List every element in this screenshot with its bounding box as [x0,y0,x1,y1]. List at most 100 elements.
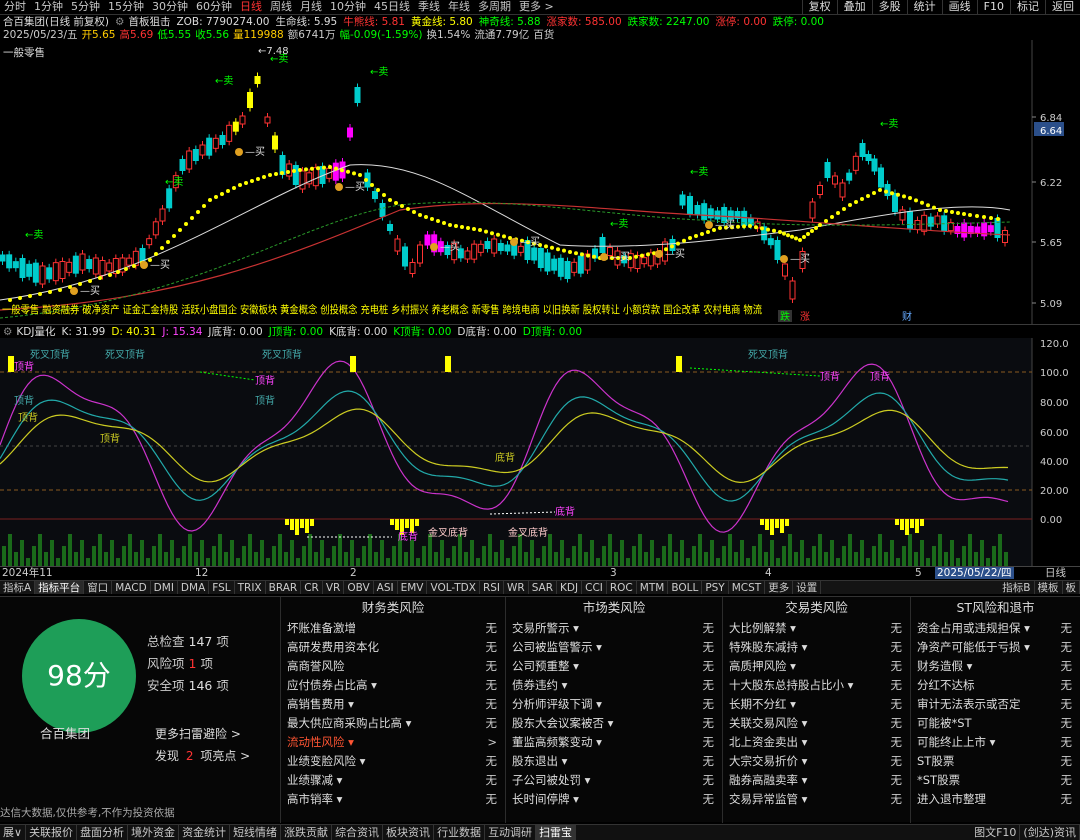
indicator-tab[interactable]: BOLL [668,581,703,594]
period-label[interactable]: 日线 [1045,567,1066,579]
risk-item[interactable]: 董监高频繁变动 ▾ 无 [506,733,722,752]
indicator-tab[interactable]: 模板 [1035,581,1063,594]
indicator-tab[interactable]: 设置 [793,581,822,594]
risk-item[interactable]: 特殊股东减持 ▾ 无 [723,638,910,657]
bottom-tab[interactable]: 盘面分析 [77,825,129,840]
highlights-link[interactable]: 发现 2 项亮点 > [155,747,250,764]
indicator-tab[interactable]: BRAR [266,581,302,594]
indicator-tab[interactable]: FSL [209,581,235,594]
risk-item[interactable]: 业绩变脸风险 ▾ 无 [281,752,505,771]
settings-icon[interactable]: ⚙ [3,326,12,338]
risk-item[interactable]: 交易异常监管 ▾ 无 [723,790,910,809]
period-tab[interactable]: 多周期 [474,0,515,14]
risk-item[interactable]: 高市销率 ▾ 无 [281,790,505,809]
bottom-tab[interactable]: 互动调研 [485,825,537,840]
risk-item[interactable]: 最大供应商采购占比高 ▾ 无 [281,714,505,733]
toolbar-button[interactable]: 标记 [1010,0,1045,14]
indicator-tab[interactable]: EMV [398,581,428,594]
bottom-tab[interactable]: 展∨ [0,825,27,840]
risk-item[interactable]: 子公司被处罚 ▾ 无 [506,771,722,790]
risk-item[interactable]: 资金占用或违规担保 ▾ 无 [911,619,1080,638]
indicator-tab[interactable]: PSY [702,581,729,594]
period-tab[interactable]: 季线 [414,0,444,14]
period-tab[interactable]: 5分钟 [67,0,104,14]
risk-item[interactable]: 大比例解禁 ▾ 无 [723,619,910,638]
bottom-tab[interactable]: 涨跌贡献 [281,825,333,840]
period-tab[interactable]: 15分钟 [104,0,148,14]
risk-item[interactable]: 财务造假 ▾ 无 [911,657,1080,676]
indicator-tab[interactable]: 更多 [765,581,794,594]
period-tab[interactable]: 分时 [0,0,30,14]
indicator-tab[interactable]: ROC [607,581,637,594]
risk-item[interactable]: 融券高融卖率 ▾ 无 [723,771,910,790]
indicator-tab[interactable]: OBV [344,581,374,594]
toolbar-button[interactable]: F10 [976,0,1010,14]
bottom-tab[interactable]: 资金统计 [179,825,231,840]
period-tab[interactable]: 周线 [266,0,296,14]
indicator-tab[interactable]: SAR [529,581,558,594]
risk-item[interactable]: 坏账准备激增 无 [281,619,505,638]
indicator-tab[interactable]: 指标平台 [35,581,85,594]
indicator-tab[interactable]: TRIX [235,581,266,594]
toolbar-button[interactable]: 画线 [941,0,977,14]
risk-item[interactable]: 可能被*ST 无 [911,714,1080,733]
period-tab[interactable]: 10分钟 [326,0,370,14]
bottom-tab[interactable]: 综合资讯 [332,825,384,840]
period-tab[interactable]: 45日线 [370,0,414,14]
indicator-tab[interactable]: VOL-TDX [427,581,480,594]
bottom-tab[interactable]: 关联报价 [26,825,78,840]
indicator-tab[interactable]: 窗口 [84,581,113,594]
risk-item[interactable]: 十大股东总持股占比小 ▾ 无 [723,676,910,695]
risk-item[interactable]: 公司预重整 ▾ 无 [506,657,722,676]
toolbar-button[interactable]: 统计 [906,0,942,14]
risk-item[interactable]: 债券违约 ▾ 无 [506,676,722,695]
kdj-chart[interactable]: 120.0 100.0 80.00 60.00 40.00 20.00 0.00 死叉顶背 死叉… [0,338,1080,566]
risk-item[interactable]: *ST股票 无 [911,771,1080,790]
risk-item[interactable]: 高研发费用资本化 无 [281,638,505,657]
risk-item[interactable]: 流动性风险 ▾ > [281,733,505,752]
more-scan-link[interactable]: 更多扫雷避险 > [155,725,241,742]
indicator-tab[interactable]: ASI [374,581,398,594]
bottom-tab[interactable]: 板块资讯 [383,825,435,840]
indicator-tab[interactable]: 指标B [999,581,1035,594]
candlestick-chart[interactable]: 6.846.646.225.655.09←卖←卖←卖←卖←卖←卖←卖←卖—买—买… [0,40,1080,324]
indicator-tab[interactable]: MTM [637,581,669,594]
period-tab[interactable]: 60分钟 [192,0,236,14]
period-tab[interactable]: 更多 > [515,0,558,14]
bottom-tab[interactable]: 行业数据 [434,825,486,840]
risk-item[interactable]: 交易所警示 ▾ 无 [506,619,722,638]
period-tab[interactable]: 30分钟 [148,0,192,14]
bottom-link[interactable]: (剑达)资讯 [1020,825,1080,840]
toolbar-button[interactable]: 复权 [801,0,837,14]
toolbar-button[interactable]: 多股 [871,0,907,14]
risk-item[interactable]: 股东退出 ▾ 无 [506,752,722,771]
risk-item[interactable]: 高质押风险 ▾ 无 [723,657,910,676]
risk-item[interactable]: 审计无法表示或否定 无 [911,695,1080,714]
period-tab[interactable]: 月线 [296,0,326,14]
risk-item[interactable]: 分析师评级下调 ▾ 无 [506,695,722,714]
indicator-tab[interactable]: MACD [112,581,151,594]
period-tab[interactable]: 1分钟 [30,0,67,14]
indicator-tab[interactable]: DMA [178,581,210,594]
risk-item[interactable]: 长期不分红 ▾ 无 [723,695,910,714]
indicator-tab[interactable]: DMI [151,581,178,594]
risk-item[interactable]: 应付债券占比高 ▾ 无 [281,676,505,695]
indicator-tab[interactable]: 板 [1063,581,1080,594]
toolbar-button[interactable]: 叠加 [836,0,872,14]
indicator-tab[interactable]: 指标A [0,581,36,594]
indicator-tab[interactable]: WR [504,581,529,594]
indicator-tab[interactable]: VR [323,581,345,594]
toolbar-button[interactable]: 返回 [1045,0,1080,14]
risk-item[interactable]: 高商誉风险 无 [281,657,505,676]
risk-item[interactable]: ST股票 无 [911,752,1080,771]
bottom-tab[interactable]: 境外资金 [128,825,180,840]
risk-item[interactable]: 公司被监管警示 ▾ 无 [506,638,722,657]
indicator-tab[interactable]: CCI [582,581,607,594]
risk-item[interactable]: 可能终止上市 ▾ 无 [911,733,1080,752]
indicator-tab[interactable]: CR [301,581,323,594]
bottom-tab[interactable]: 扫雷宝 [536,825,577,840]
risk-item[interactable]: 进入退市整理 无 [911,790,1080,809]
bottom-tab[interactable]: 短线情绪 [230,825,282,840]
risk-item[interactable]: 分红不达标 无 [911,676,1080,695]
gear-icon[interactable]: ⚙ [115,16,124,28]
